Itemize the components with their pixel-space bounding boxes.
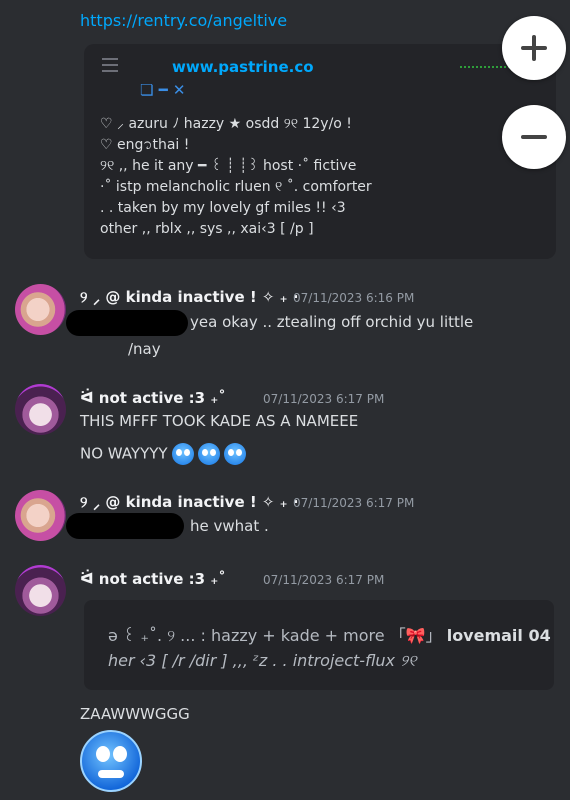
timestamp: 07/11/2023 6:17 PM <box>293 496 415 510</box>
message-text-line: NO WAYYYY <box>80 443 250 465</box>
plus-icon-vertical <box>532 35 536 61</box>
bio-line: ୨୧ ,, he it any ━ ꒰ ┊ ┊꒱ host ·˚ fictive <box>100 158 357 174</box>
quoted-embed: ə ꒰ ₊˚. ୨ ... : hazzy + kade + more 「🎀」 … <box>84 600 554 690</box>
username[interactable]: ୨ ⸝ @ kinda inactive ! ✧ ₊ · <box>80 288 299 306</box>
emoji-mouth <box>98 770 124 778</box>
avatar[interactable] <box>15 565 66 616</box>
scared-face-emoji-icon <box>80 730 142 792</box>
rentry-link[interactable]: https://rentry.co/angeltive <box>80 11 287 30</box>
embed-text: ə ꒰ ₊˚. ୨ ... : hazzy + kade + more 「🎀」 <box>108 626 447 645</box>
message-text: /nay <box>128 340 161 358</box>
message-text: THIS MFFF TOOK KADE AS A NAMEEE <box>80 412 359 430</box>
bio-line: . . taken by my lovely gf miles !! ‹3 <box>100 200 346 216</box>
dizzy-face-emoji-icon <box>224 443 247 465</box>
avatar[interactable] <box>15 490 66 541</box>
dizzy-face-emoji-icon <box>198 443 221 465</box>
embed-line: her ‹3 [ /r /dir ] ,,, ᶻz . . introject-… <box>108 651 417 670</box>
timestamp: 07/11/2023 6:17 PM <box>263 573 385 587</box>
bio-line: ♡ eng᭡thai ! <box>100 137 190 153</box>
dizzy-face-emoji-icon <box>172 443 195 465</box>
chat-view: https://rentry.co/angeltive www.pastrine… <box>0 0 570 800</box>
username[interactable]: ᐛ not active :3 ₊˚ <box>80 389 226 407</box>
link-embed-card: www.pastrine.co ❏ ━ ✕ ♡ ⸝ azuru ﾉ hazzy … <box>84 44 556 259</box>
message-text: NO WAYYYY <box>80 444 168 463</box>
message-text: ZAAWWWGGG <box>80 705 190 723</box>
timestamp: 07/11/2023 6:17 PM <box>263 392 385 406</box>
emoji-eye <box>96 746 110 762</box>
emoji-eye <box>113 746 127 762</box>
embed-site-link[interactable]: www.pastrine.co <box>172 58 314 76</box>
minus-icon <box>521 135 547 139</box>
bio-line: ♡ ⸝ azuru ﾉ hazzy ★ osdd ୨୧ 12y/o ! <box>100 116 352 132</box>
embed-bold-text: lovemail 04 <box>446 626 551 645</box>
username[interactable]: ୨ ⸝ @ kinda inactive ! ✧ ₊ · <box>80 493 299 511</box>
hamburger-menu-icon[interactable] <box>102 58 118 72</box>
bio-line: other ,, rblx ,, sys ,, xai‹3 [ /p ] <box>100 221 314 237</box>
avatar[interactable] <box>15 284 66 335</box>
redacted-scribble <box>66 513 184 539</box>
timestamp: 07/11/2023 6:16 PM <box>293 291 415 305</box>
zoom-in-button[interactable] <box>502 16 566 80</box>
window-controls-icon: ❏ ━ ✕ <box>140 81 186 99</box>
message-text: he vwhat . <box>190 517 269 535</box>
message-text: yea okay .. ztealing off orchid yu littl… <box>190 313 474 331</box>
embed-line: ə ꒰ ₊˚. ୨ ... : hazzy + kade + more 「🎀」 … <box>108 622 551 646</box>
redacted-scribble <box>66 310 188 336</box>
zoom-out-button[interactable] <box>502 105 566 169</box>
avatar[interactable] <box>15 384 66 435</box>
bio-line: ·˚ istp melancholic rluen ୧ ˚. comforter <box>100 179 372 195</box>
decorative-dotted-line <box>460 66 510 68</box>
username[interactable]: ᐛ not active :3 ₊˚ <box>80 570 226 588</box>
embed-bio: ♡ ⸝ azuru ﾉ hazzy ★ osdd ୨୧ 12y/o ! ♡ en… <box>100 114 540 240</box>
